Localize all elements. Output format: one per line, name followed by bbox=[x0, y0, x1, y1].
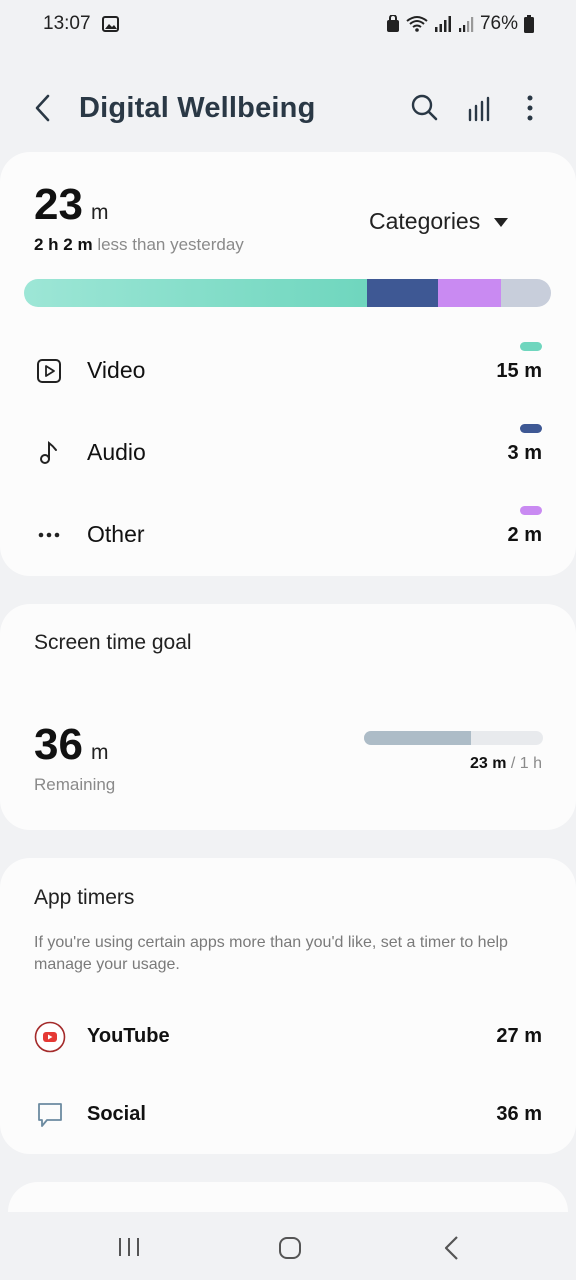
image-notification-icon bbox=[102, 16, 119, 32]
legend-swatch bbox=[520, 506, 542, 515]
category-value: 3 m bbox=[507, 442, 542, 464]
app-timers-card[interactable]: App timers If you're using certain apps … bbox=[0, 858, 576, 1154]
category-row-video[interactable]: Video 15 m bbox=[0, 340, 576, 400]
category-row-audio[interactable]: Audio 3 m bbox=[0, 422, 576, 482]
home-icon[interactable] bbox=[278, 1236, 302, 1260]
total-usage-unit: m bbox=[91, 201, 109, 224]
app-timer-row-social[interactable]: Social 36 m bbox=[0, 1091, 576, 1141]
page-title: Digital Wellbeing bbox=[79, 92, 316, 124]
category-label: Video bbox=[87, 357, 146, 383]
goal-progress-fill bbox=[364, 731, 472, 745]
wifi-icon bbox=[406, 16, 428, 32]
signal-icon bbox=[458, 17, 474, 32]
app-timer-value: 36 m bbox=[496, 1103, 542, 1125]
categories-label: Categories bbox=[369, 208, 481, 234]
remaining-value: 36 bbox=[34, 720, 83, 769]
legend-swatch bbox=[520, 424, 542, 433]
youtube-icon bbox=[34, 1021, 66, 1053]
app-bar: Digital Wellbeing bbox=[0, 80, 576, 140]
goal-used: 23 m bbox=[469, 755, 507, 772]
legend-swatch bbox=[520, 342, 542, 351]
status-bar: 13:07 76% bbox=[0, 0, 576, 50]
category-value: 15 m bbox=[496, 360, 542, 382]
usage-card[interactable]: 23 m 2 h 2 m less than yesterday Categor… bbox=[0, 152, 576, 576]
usage-segment-video bbox=[24, 279, 367, 307]
remaining-unit: m bbox=[91, 741, 109, 764]
app-timer-label: YouTube bbox=[87, 1025, 170, 1047]
app-timer-row-youtube[interactable]: YouTube 27 m bbox=[0, 1013, 576, 1063]
category-label: Other bbox=[87, 521, 145, 547]
comparison-amount: 2 h 2 m bbox=[34, 235, 93, 254]
recent-apps-icon[interactable] bbox=[116, 1236, 142, 1258]
comparison-text: less than yesterday bbox=[92, 235, 244, 254]
app-timer-label: Social bbox=[87, 1103, 146, 1125]
bar-chart-icon[interactable] bbox=[464, 92, 496, 124]
screen-time-goal-card[interactable]: Screen time goal 36 m Remaining 23 m / 1… bbox=[0, 604, 576, 830]
remaining-label: Remaining bbox=[34, 775, 116, 794]
category-label: Audio bbox=[87, 439, 146, 465]
categories-dropdown[interactable]: Categories bbox=[369, 208, 509, 235]
play-square-icon bbox=[37, 359, 61, 383]
usage-segment-other bbox=[437, 279, 501, 307]
signal-roaming-icon bbox=[434, 16, 451, 32]
total-usage-value: 23 bbox=[34, 180, 83, 229]
more-horizontal-icon bbox=[38, 532, 60, 538]
search-icon[interactable] bbox=[408, 92, 440, 124]
usage-breakdown-bar bbox=[24, 279, 551, 307]
music-note-icon bbox=[40, 440, 57, 464]
status-time: 13:07 bbox=[43, 13, 91, 34]
goal-progress-bar bbox=[364, 731, 543, 745]
goal-summary: 23 m / 1 h bbox=[470, 755, 542, 773]
nav-back-icon[interactable] bbox=[440, 1235, 464, 1261]
app-timer-value: 27 m bbox=[496, 1025, 542, 1047]
back-arrow-icon[interactable] bbox=[28, 92, 60, 124]
battery-icon bbox=[524, 15, 534, 33]
section-title: App timers bbox=[34, 886, 135, 909]
usage-comparison: 2 h 2 m less than yesterday bbox=[34, 235, 244, 255]
app-timers-description: If you're using certain apps more than y… bbox=[34, 934, 508, 973]
system-nav-bar bbox=[0, 1212, 576, 1280]
battery-percent: 76% bbox=[479, 13, 518, 34]
goal-limit: / 1 h bbox=[506, 755, 542, 772]
more-options-icon[interactable] bbox=[518, 92, 542, 124]
lock-notification-icon bbox=[386, 15, 399, 32]
chat-bubble-icon bbox=[38, 1103, 62, 1127]
category-value: 2 m bbox=[507, 524, 542, 546]
usage-segment-audio bbox=[366, 279, 438, 307]
usage-segment-remaining bbox=[500, 279, 551, 307]
section-title: Screen time goal bbox=[34, 631, 192, 654]
category-row-other[interactable]: Other 2 m bbox=[0, 504, 576, 564]
dropdown-arrow-icon bbox=[494, 218, 509, 227]
